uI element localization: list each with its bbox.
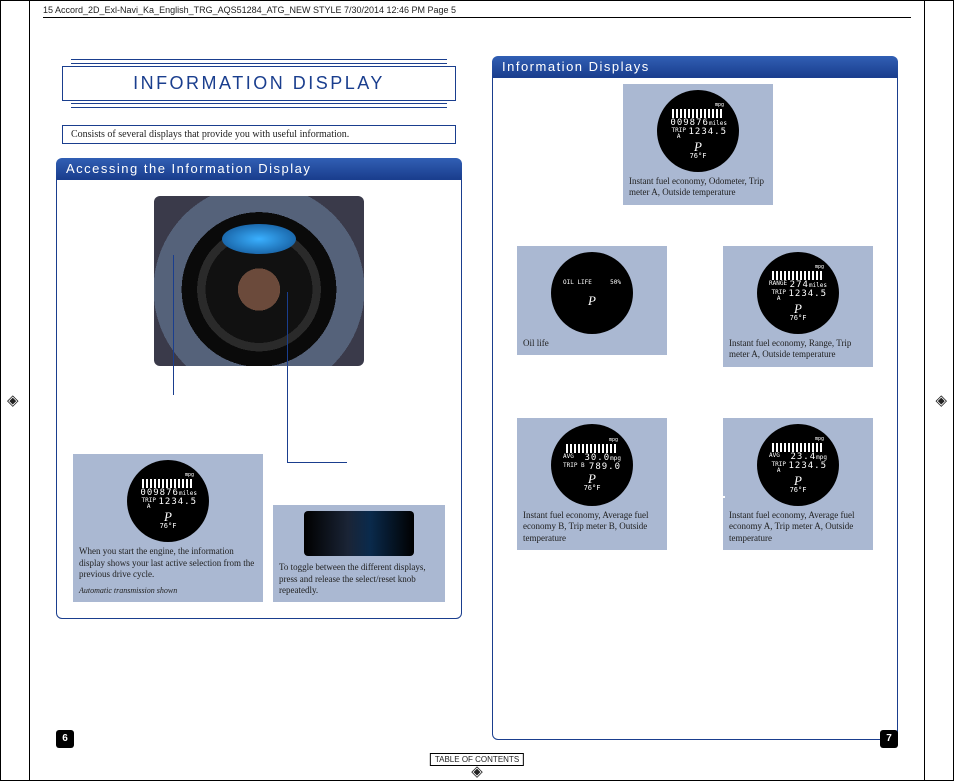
gauge-gear: P	[657, 140, 739, 153]
gauge-icon: mpg RANGE274miles TRIP A1234.5 P76°F	[757, 252, 839, 334]
gauge-trip: 1234.5	[158, 498, 197, 510]
page-number-left: 6	[56, 730, 74, 748]
gauge-bars-icon	[142, 479, 194, 488]
arrow-left-icon	[675, 496, 725, 498]
gauge-trip-label: TRIP A	[669, 128, 688, 140]
arrow-up-icon	[593, 218, 595, 244]
gauge-temp: 76°F	[657, 153, 739, 160]
gauge-icon: mpg 009876miles TRIP A1234.5 P 76°F	[127, 460, 209, 542]
page-number-right: 7	[880, 730, 898, 748]
gauge-range: 274	[790, 280, 809, 290]
gauge-trip-label: TRIP A	[769, 290, 788, 302]
gauge-icon: mpg AVG30.0mpg TRIP B789.0 P76°F	[551, 424, 633, 506]
leader-line	[173, 255, 174, 395]
gauge-bars-icon	[566, 444, 618, 453]
crop-mark	[29, 1, 30, 780]
gauge-mpg-label: mpg	[757, 265, 839, 270]
arrow-up-icon	[593, 388, 595, 416]
accessing-panel: mpg 009876miles TRIP A1234.5 P 76°F When…	[56, 179, 462, 619]
gauge-bars-icon	[772, 443, 824, 452]
display-caption: Instant fuel economy, Odometer, Trip met…	[629, 176, 767, 199]
gauge-odo-unit: miles	[709, 120, 727, 127]
registration-mark: ◈	[935, 391, 947, 409]
gauge-odo-unit: miles	[179, 490, 197, 497]
gauge-range-unit: miles	[809, 282, 827, 289]
gauge-gear: P	[127, 510, 209, 523]
gauge-mpg-label: mpg	[127, 473, 209, 478]
gauge-trip: 1234.5	[788, 462, 827, 474]
left-page: INFORMATION DISPLAY Consists of several …	[56, 56, 462, 740]
gauge-trip-label: TRIP A	[769, 462, 788, 474]
gauge-icon: mpg 009876miles TRIP A1234.5 P76°F	[657, 90, 739, 172]
gauge-temp: 76°F	[757, 315, 839, 322]
section-title-info-displays: Information Displays	[492, 56, 898, 77]
gauge-gear: P	[757, 302, 839, 315]
registration-mark: ◈	[471, 762, 483, 780]
gauge-mpg-label: mpg	[551, 438, 633, 443]
gauge-temp: 76°F	[757, 487, 839, 494]
gauge-avg: 23.4	[790, 452, 816, 462]
gauge-temp: 76°F	[551, 485, 633, 492]
select-reset-knob-image	[304, 511, 414, 556]
registration-mark: ◈	[7, 391, 19, 409]
callout-footnote: Automatic transmission shown	[79, 586, 257, 596]
gauge-trip: 1234.5	[788, 290, 827, 302]
gauge-icon: OIL LIFE50% P	[551, 252, 633, 334]
leader-line	[287, 292, 288, 462]
arrow-line	[593, 216, 629, 218]
gauge-mpg-label: mpg	[657, 103, 739, 108]
gauge-trip-label: TRIP A	[139, 498, 158, 510]
gauge-odometer: 009876	[670, 118, 709, 128]
arrow-line	[717, 216, 797, 218]
callout-start-engine: mpg 009876miles TRIP A1234.5 P 76°F When…	[73, 454, 263, 602]
gauge-gear: P	[551, 294, 633, 307]
arrow-down-icon	[795, 388, 797, 416]
slug-line: 15 Accord_2D_Exl-Navi_Ka_English_TRG_AQS…	[43, 3, 911, 18]
display-caption: Oil life	[523, 338, 661, 349]
info-displays-panel: mpg 009876miles TRIP A1234.5 P76°F Insta…	[492, 77, 898, 740]
section-title-accessing: Accessing the Information Display	[56, 158, 462, 179]
gauge-gear: P	[757, 474, 839, 487]
right-page: Information Displays mpg 009876miles TRI…	[492, 56, 898, 740]
display-card-4: mpg AVG30.0mpg TRIP B789.0 P76°F Instant…	[517, 418, 667, 550]
display-card-3: mpg RANGE274miles TRIP A1234.5 P76°F Ins…	[723, 246, 873, 367]
display-card-2: OIL LIFE50% P Oil life	[517, 246, 667, 355]
gauge-trip-label: TRIP B	[563, 463, 585, 472]
callout-text: When you start the engine, the informati…	[79, 546, 257, 580]
gauge-avg-unit: mpg	[610, 455, 621, 462]
arrow-down-icon	[795, 216, 797, 244]
display-card-1: mpg 009876miles TRIP A1234.5 P76°F Insta…	[623, 84, 773, 205]
display-caption: Instant fuel economy, Average fuel econo…	[523, 510, 661, 544]
gauge-temp: 76°F	[127, 523, 209, 530]
intro-text: Consists of several displays that provid…	[62, 125, 456, 144]
gauge-trip: 1234.5	[688, 128, 727, 140]
gauge-bars-icon	[672, 109, 724, 118]
steering-wheel-image	[154, 196, 364, 366]
page-spread: 15 Accord_2D_Exl-Navi_Ka_English_TRG_AQS…	[0, 0, 954, 781]
callout-text: To toggle between the different displays…	[279, 562, 439, 596]
leader-line	[287, 462, 347, 463]
gauge-bars-icon	[772, 271, 824, 280]
gauge-icon: mpg AVG23.4mpg TRIP A1234.5 P76°F	[757, 424, 839, 506]
gauge-mpg-label: mpg	[757, 437, 839, 442]
display-card-5: mpg AVG23.4mpg TRIP A1234.5 P76°F Instan…	[723, 418, 873, 550]
callout-toggle: To toggle between the different displays…	[273, 505, 445, 602]
gauge-avg-unit: mpg	[816, 454, 827, 461]
display-caption: Instant fuel economy, Average fuel econo…	[729, 510, 867, 544]
display-caption: Instant fuel economy, Range, Trip meter …	[729, 338, 867, 361]
crop-mark	[924, 1, 925, 780]
main-heading: INFORMATION DISPLAY	[62, 66, 456, 101]
